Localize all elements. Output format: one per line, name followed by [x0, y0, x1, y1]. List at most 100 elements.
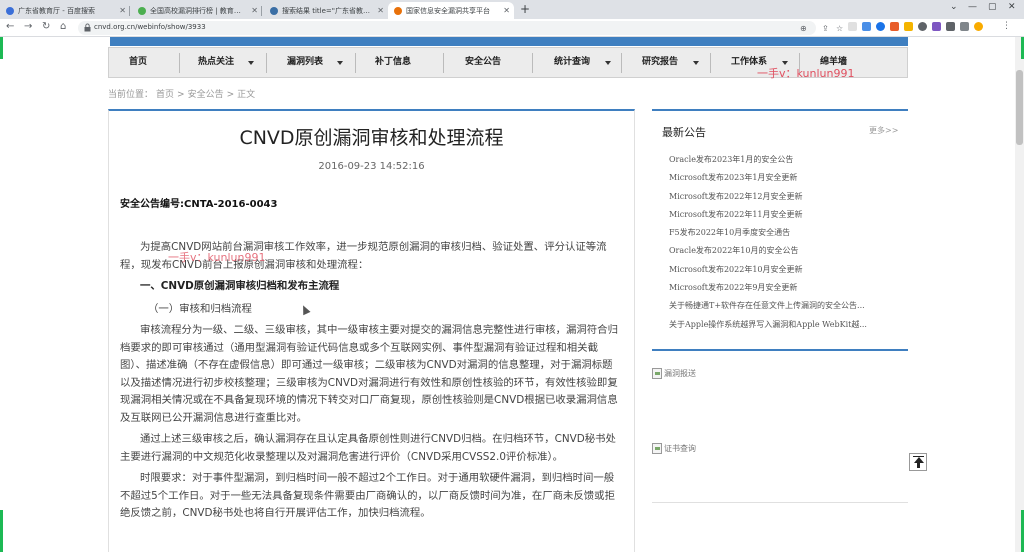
- nav-item-vuln-list[interactable]: 漏洞列表: [287, 48, 323, 77]
- nav-item-home[interactable]: 首页: [129, 48, 147, 77]
- close-icon[interactable]: ✕: [377, 6, 384, 15]
- address-bar[interactable]: cnvd.org.cn/webinfo/show/3933 ⊕: [78, 21, 816, 35]
- extension-icon[interactable]: [862, 22, 871, 31]
- announcement-item[interactable]: Oracle发布2023年1月的安全公告: [669, 151, 905, 169]
- announcement-item[interactable]: Microsoft发布2022年12月安全更新: [669, 188, 905, 206]
- article-body: 为提高CNVD网站前台漏洞审核工作效率，进一步规范原创漏洞的审核归档、验证处置、…: [120, 239, 620, 527]
- zoom-icon[interactable]: ⊕: [800, 24, 807, 33]
- browser-tab[interactable]: 广东省教育厅 - 百度搜索 ✕: [0, 2, 130, 19]
- breadcrumb-separator: >: [226, 90, 235, 100]
- announcement-item[interactable]: 关于畅捷通T+软件存在任意文件上传漏洞的安全公告...: [669, 297, 905, 315]
- article-heading: 一、CNVD原创漏洞审核归档和发布主流程: [140, 280, 340, 292]
- announcement-item[interactable]: F5发布2022年10月季度安全通告: [669, 224, 905, 242]
- announcement-item[interactable]: Microsoft发布2023年1月安全更新: [669, 169, 905, 187]
- breadcrumb-item-home[interactable]: 首页: [156, 90, 174, 100]
- chevron-down-icon[interactable]: [248, 61, 254, 65]
- chevron-down-icon[interactable]: [337, 61, 343, 65]
- tab-title: 广东省教育厅 - 百度搜索: [18, 6, 95, 15]
- chevron-down-icon[interactable]: [693, 61, 699, 65]
- sidepanel-icon[interactable]: [960, 22, 969, 31]
- tab-favicon: [138, 6, 146, 15]
- close-icon[interactable]: ✕: [119, 6, 126, 15]
- image-alt-text: 证书查询: [664, 444, 696, 453]
- tab-title: 国家信息安全漏洞共享平台: [406, 6, 490, 15]
- nav-item-statistics[interactable]: 统计查询: [554, 48, 590, 77]
- tab-title: 搜索结果 title="广东省教育厅" && ...: [282, 6, 373, 15]
- watermark-text: 一手v：kunlun991: [757, 67, 855, 80]
- breadcrumb-separator: >: [177, 90, 185, 100]
- announcement-item[interactable]: Microsoft发布2022年9月安全更新: [669, 279, 905, 297]
- announcement-item[interactable]: Microsoft发布2022年10月安全更新: [669, 261, 905, 279]
- address-url: cnvd.org.cn/webinfo/show/3933: [94, 23, 206, 31]
- announcement-list: Oracle发布2023年1月的安全公告 Microsoft发布2023年1月安…: [669, 151, 905, 334]
- reload-icon[interactable]: ↻: [42, 21, 50, 32]
- tab-search-icon[interactable]: ⌄: [950, 2, 958, 12]
- vuln-report-link[interactable]: 漏洞报送: [652, 368, 696, 379]
- browser-tab[interactable]: 全国高校漏洞排行榜 | 教育漏洞报告平台 ✕: [132, 2, 262, 19]
- article-date: 2016-09-23 14:52:16: [318, 161, 425, 172]
- tab-favicon: [270, 6, 278, 15]
- bulletin-number: 安全公告编号:CNTA-2016-0043: [120, 199, 278, 210]
- web-page: 首页 热点关注 漏洞列表 补丁信息 安全公告 统计查询 研究报告 工作体系 绵羊…: [0, 37, 1024, 552]
- tab-title: 全国高校漏洞排行榜 | 教育漏洞报告平台: [150, 6, 248, 15]
- article-subheading: （一）审核和归档流程: [148, 302, 252, 315]
- breadcrumb: 当前位置： 首页 > 安全公告 > 正文: [108, 87, 258, 100]
- quick-links-panel: 漏洞报送 证书查询: [652, 349, 908, 503]
- image-alt-text: 漏洞报送: [664, 369, 696, 378]
- extension-icon[interactable]: [876, 22, 885, 31]
- extension-icon[interactable]: [918, 22, 927, 31]
- tab-favicon: [6, 6, 14, 15]
- extension-icon[interactable]: [848, 22, 857, 31]
- broken-image-icon: [652, 443, 662, 454]
- watermark-text: 一手v：kunlun991: [168, 251, 266, 264]
- announcement-item[interactable]: Microsoft发布2022年11月安全更新: [669, 206, 905, 224]
- certificate-query-link[interactable]: 证书查询: [652, 443, 696, 454]
- breadcrumb-item-current: 正文: [237, 90, 256, 100]
- close-icon[interactable]: ✕: [503, 6, 510, 15]
- browser-tabstrip: 广东省教育厅 - 百度搜索 ✕ 全国高校漏洞排行榜 | 教育漏洞报告平台 ✕ 搜…: [0, 0, 1024, 19]
- nav-item-security-bulletins[interactable]: 安全公告: [465, 48, 501, 77]
- extension-icon[interactable]: [890, 22, 899, 31]
- minimize-button[interactable]: —: [968, 2, 977, 12]
- extension-icon[interactable]: [904, 22, 913, 31]
- broken-image-icon: [652, 368, 662, 379]
- announcement-item[interactable]: 关于Apple操作系统越界写入漏洞和Apple WebKit越...: [669, 316, 905, 334]
- sidebar-title: 最新公告: [662, 126, 706, 139]
- puzzle-extensions-icon[interactable]: [946, 22, 955, 31]
- chevron-down-icon[interactable]: [605, 61, 611, 65]
- latest-announcements-panel: 最新公告 更多>> Oracle发布2023年1月的安全公告 Microsoft…: [652, 109, 908, 349]
- nav-item-reports[interactable]: 研究报告: [642, 48, 678, 77]
- forward-icon[interactable]: →: [24, 21, 32, 32]
- home-icon[interactable]: ⌂: [60, 21, 66, 32]
- extension-icon[interactable]: [932, 22, 941, 31]
- maximize-button[interactable]: ▢: [988, 2, 997, 12]
- recording-frame-marker: [0, 37, 3, 59]
- more-link[interactable]: 更多>>: [869, 125, 898, 136]
- announcement-item[interactable]: Oracle发布2022年10月的安全公告: [669, 242, 905, 260]
- lock-icon: [84, 23, 91, 32]
- back-to-top-button[interactable]: [909, 453, 927, 471]
- article-panel: CNVD原创漏洞审核和处理流程 2016-09-23 14:52:16 安全公告…: [108, 109, 635, 552]
- article-paragraph: 时限要求：对于事件型漏洞，到归档时间一般不超过2个工作日。对于通用软硬件漏洞，到…: [120, 472, 615, 519]
- recording-frame-marker: [0, 510, 3, 552]
- browser-tab[interactable]: 搜索结果 title="广东省教育厅" && ... ✕: [264, 2, 388, 19]
- header-banner-strip: [110, 37, 908, 46]
- back-icon[interactable]: ←: [6, 21, 14, 32]
- close-icon[interactable]: ✕: [251, 6, 258, 15]
- menu-kebab-icon[interactable]: ⋮: [1002, 22, 1011, 31]
- page-scrollbar[interactable]: [1015, 37, 1024, 552]
- close-window-button[interactable]: ✕: [1008, 2, 1016, 12]
- nav-item-patches[interactable]: 补丁信息: [375, 48, 411, 77]
- nav-item-hot-topics[interactable]: 热点关注: [198, 48, 234, 77]
- breadcrumb-prefix: 当前位置：: [108, 90, 154, 100]
- article-paragraph: 审核流程分为一级、二级、三级审核，其中一级审核主要对提交的漏洞信息完整性进行审核…: [120, 324, 618, 424]
- browser-tab-active[interactable]: 国家信息安全漏洞共享平台 ✕: [388, 2, 514, 19]
- profile-avatar[interactable]: [974, 22, 983, 31]
- new-tab-button[interactable]: +: [520, 2, 530, 16]
- bookmark-star-icon[interactable]: ☆: [836, 24, 843, 33]
- article-paragraph: 通过上述三级审核之后，确认漏洞存在且认定具备原创性则进行CNVD归档。在归档环节…: [120, 433, 616, 463]
- scrollbar-thumb[interactable]: [1016, 70, 1023, 145]
- breadcrumb-item-bulletins[interactable]: 安全公告: [188, 90, 224, 100]
- tab-favicon: [394, 6, 402, 15]
- share-icon[interactable]: ⇪: [822, 24, 829, 33]
